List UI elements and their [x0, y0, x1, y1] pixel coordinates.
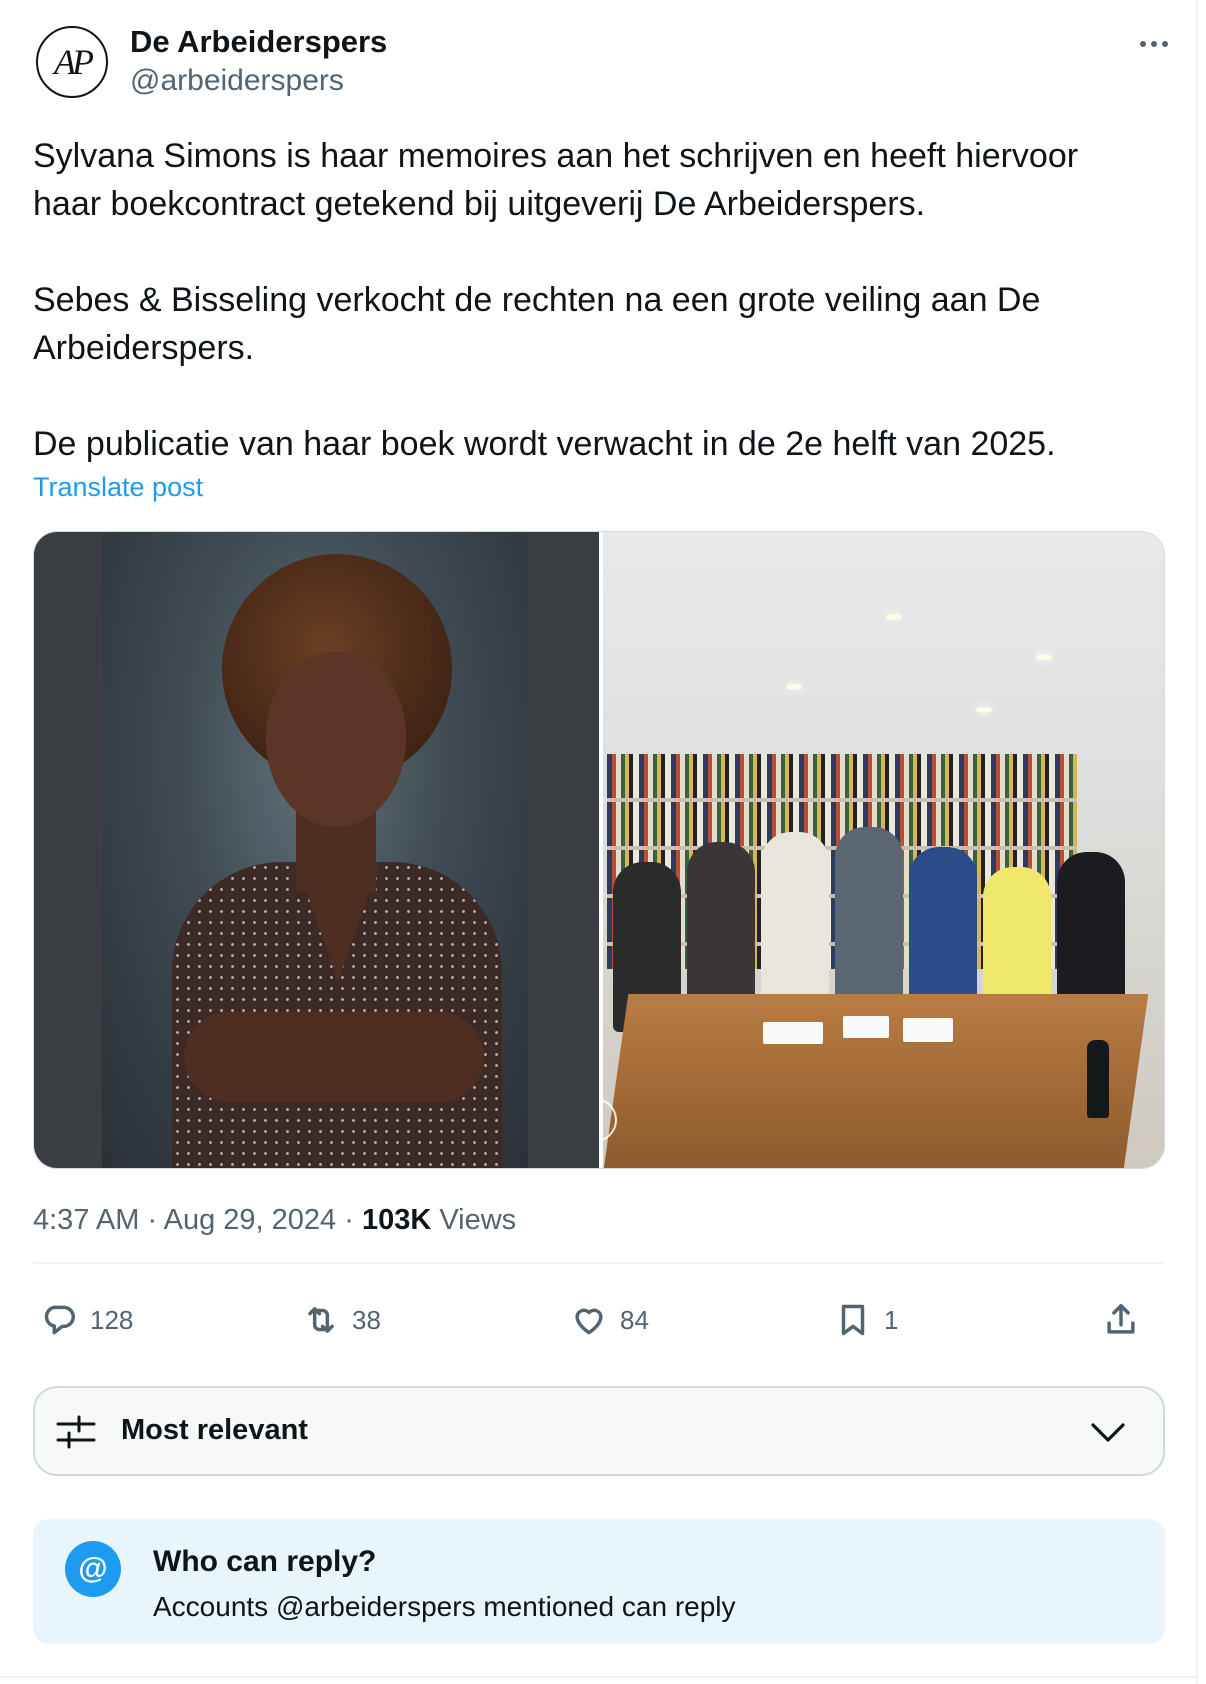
heart-icon	[575, 1308, 603, 1335]
share-icon	[1107, 1304, 1135, 1334]
like-button[interactable]: 84	[570, 1298, 649, 1342]
sliders-icon	[55, 1412, 97, 1452]
views-label: Views	[439, 1204, 517, 1236]
reply-count: 128	[90, 1304, 134, 1335]
chevron-down-icon	[1087, 1412, 1129, 1452]
post-date[interactable]: Aug 29, 2024	[164, 1204, 337, 1236]
repost-count: 38	[352, 1304, 381, 1335]
share-button[interactable]	[1102, 1298, 1140, 1342]
meta-separator: ·	[147, 1204, 158, 1236]
who-can-reply-notice: @ Who can reply? Accounts @arbeiderspers…	[33, 1519, 1165, 1644]
who-can-reply-title: Who can reply?	[153, 1545, 377, 1578]
sort-replies-dropdown[interactable]: Most relevant	[33, 1386, 1165, 1476]
avatar[interactable]: AP	[36, 26, 108, 98]
who-can-reply-description: Accounts @arbeiderspers mentioned can re…	[153, 1591, 736, 1622]
like-count: 84	[620, 1304, 649, 1335]
translate-post-link[interactable]: Translate post	[33, 472, 203, 503]
post-text: Sylvana Simons is haar memoires aan het …	[33, 137, 1079, 463]
bookmark-count: 1	[884, 1304, 899, 1335]
bookmark-button[interactable]: 1	[834, 1298, 898, 1342]
sort-label: Most relevant	[121, 1414, 308, 1446]
post-time[interactable]: 4:37 AM	[33, 1204, 139, 1236]
column-bottom-border	[0, 1676, 1196, 1678]
divider	[33, 1262, 1165, 1264]
more-icon[interactable]	[1128, 28, 1180, 60]
column-border	[1196, 0, 1198, 1684]
reply-icon	[44, 1305, 75, 1335]
post-meta: 4:37 AM · Aug 29, 2024 · 103K Views	[33, 1204, 516, 1237]
repost-icon	[308, 1307, 334, 1333]
avatar-monogram: AP	[54, 42, 94, 82]
display-name[interactable]: De Arbeiderspers	[130, 24, 387, 60]
group-photo[interactable]: A	[603, 532, 1164, 1168]
meta-separator: ·	[344, 1204, 354, 1236]
portrait-photo[interactable]	[34, 532, 599, 1168]
views-count: 103K	[361, 1204, 432, 1236]
bookmark-icon	[841, 1304, 865, 1336]
user-handle[interactable]: @arbeiderspers	[130, 64, 344, 98]
reply-button[interactable]: 128	[40, 1298, 133, 1342]
mention-icon: @	[65, 1541, 121, 1597]
repost-button[interactable]: 38	[302, 1298, 381, 1342]
media-grid: A	[33, 531, 1165, 1169]
